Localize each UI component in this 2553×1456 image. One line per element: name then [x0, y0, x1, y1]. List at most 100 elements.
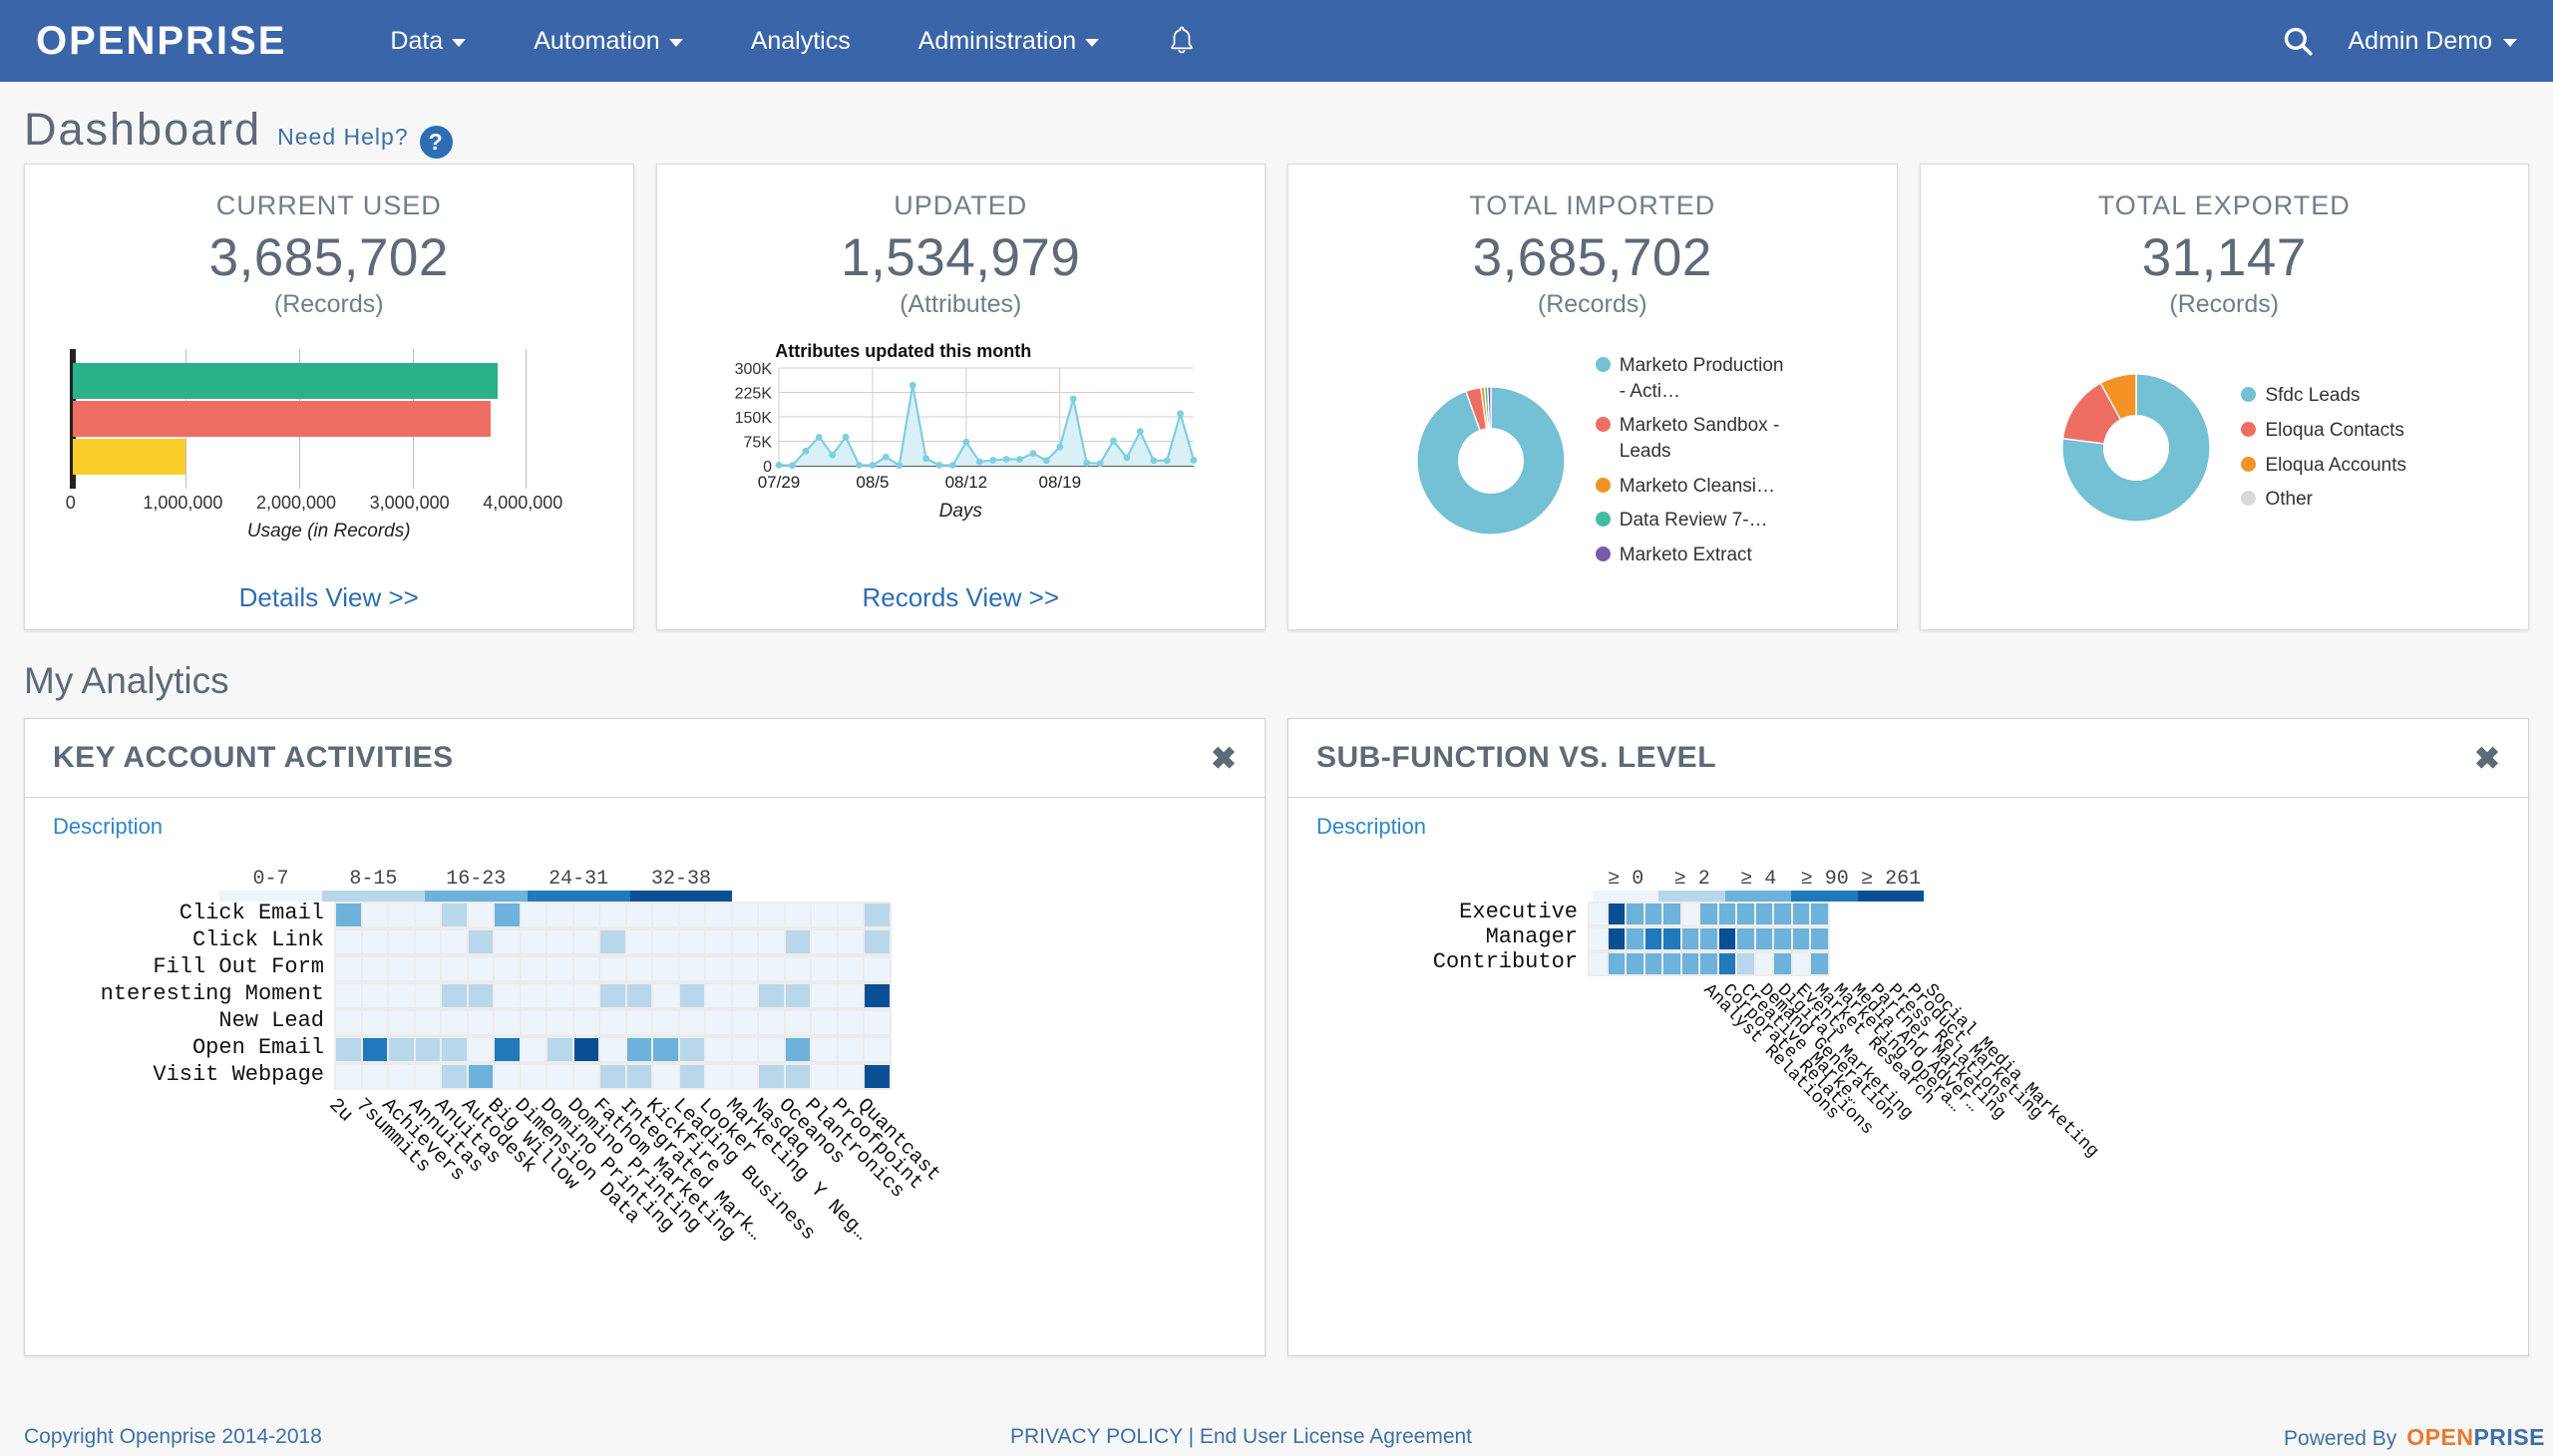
heatmap-cell[interactable]: [573, 984, 598, 1007]
heatmap-cell[interactable]: [759, 930, 784, 953]
heatmap-cell[interactable]: [1755, 953, 1772, 974]
legend-item[interactable]: Other: [2241, 487, 2406, 513]
nav-item-automation[interactable]: Automation: [500, 27, 716, 56]
heatmap-cell[interactable]: [362, 1065, 387, 1088]
heatmap-cell[interactable]: [521, 904, 546, 926]
heatmap-cell[interactable]: [547, 930, 572, 953]
heatmap-cell[interactable]: [706, 1011, 731, 1034]
heatmap-cell[interactable]: [1700, 953, 1717, 974]
heatmap-cell[interactable]: [521, 1011, 546, 1034]
heatmap-cell[interactable]: [600, 957, 625, 980]
heatmap-cell[interactable]: [495, 904, 520, 926]
heatmap-cell[interactable]: [838, 957, 863, 980]
heatmap-cell[interactable]: [785, 930, 810, 953]
close-icon[interactable]: ✖: [1211, 743, 1237, 774]
heatmap-cell[interactable]: [1644, 928, 1661, 949]
heatmap-cell[interactable]: [442, 1038, 467, 1061]
heatmap-cell[interactable]: [732, 904, 757, 926]
legend-item[interactable]: Marketo Extract: [1595, 543, 1789, 568]
heatmap-cell[interactable]: [732, 1011, 757, 1034]
heatmap-cell[interactable]: [600, 930, 625, 953]
heatmap-cell[interactable]: [1700, 904, 1717, 924]
heatmap-cell[interactable]: [865, 1038, 890, 1061]
nav-item-data[interactable]: Data: [356, 27, 500, 56]
heatmap-cell[interactable]: [706, 904, 731, 926]
legend-item[interactable]: Marketo Production - Acti…: [1595, 353, 1789, 404]
heatmap-cell[interactable]: [706, 1065, 731, 1088]
heatmap-cell[interactable]: [732, 1065, 757, 1088]
heatmap-cell[interactable]: [626, 957, 651, 980]
heatmap-cell[interactable]: [679, 1011, 704, 1034]
heatmap-cell[interactable]: [1774, 953, 1791, 974]
heatmap-cell[interactable]: [1681, 928, 1698, 949]
heatmap-cell[interactable]: [1792, 904, 1809, 924]
heatmap-cell[interactable]: [1811, 928, 1828, 949]
heatmap-cell[interactable]: [362, 957, 387, 980]
heatmap-cell[interactable]: [362, 904, 387, 926]
footer-legal-links[interactable]: PRIVACY POLICY | End User License Agreem…: [1010, 1425, 1472, 1449]
heatmap-cell[interactable]: [865, 984, 890, 1007]
nav-item-administration[interactable]: Administration: [885, 27, 1133, 56]
heatmap-cell[interactable]: [573, 930, 598, 953]
heatmap-cell[interactable]: [573, 1038, 598, 1061]
heatmap-cell[interactable]: [468, 1065, 493, 1088]
heatmap-cell[interactable]: [600, 1038, 625, 1061]
heatmap-cell[interactable]: [336, 1038, 361, 1061]
heatmap-cell[interactable]: [1681, 953, 1698, 974]
heatmap-cell[interactable]: [626, 984, 651, 1007]
heatmap-cell[interactable]: [1811, 904, 1828, 924]
heatmap-cell[interactable]: [812, 1011, 837, 1034]
heatmap-cell[interactable]: [1608, 953, 1625, 974]
heatmap-cell[interactable]: [362, 930, 387, 953]
heatmap-cell[interactable]: [865, 957, 890, 980]
heatmap-cell[interactable]: [732, 984, 757, 1007]
heatmap-cell[interactable]: [1590, 928, 1607, 949]
heatmap-cell[interactable]: [1627, 904, 1643, 924]
heatmap-cell[interactable]: [626, 1065, 651, 1088]
heatmap-cell[interactable]: [1627, 928, 1643, 949]
heatmap-cell[interactable]: [838, 1038, 863, 1061]
panel-description-link[interactable]: Description: [1288, 798, 2528, 840]
heatmap-cell[interactable]: [706, 957, 731, 980]
heatmap-cell[interactable]: [732, 957, 757, 980]
heatmap-cell[interactable]: [785, 1038, 810, 1061]
heatmap-cell[interactable]: [573, 904, 598, 926]
heatmap-cell[interactable]: [679, 957, 704, 980]
heatmap-cell[interactable]: [785, 957, 810, 980]
heatmap-cell[interactable]: [759, 1038, 784, 1061]
heatmap-cell[interactable]: [653, 984, 678, 1007]
heatmap-cell[interactable]: [336, 984, 361, 1007]
heatmap-cell[interactable]: [812, 1038, 837, 1061]
heatmap-cell[interactable]: [415, 984, 440, 1007]
need-help-link[interactable]: Need Help? ?: [277, 121, 453, 159]
heatmap-cell[interactable]: [495, 984, 520, 1007]
heatmap-cell[interactable]: [1627, 953, 1643, 974]
legend-item[interactable]: Data Review 7-…: [1595, 508, 1789, 534]
heatmap-cell[interactable]: [547, 957, 572, 980]
heatmap-cell[interactable]: [1737, 904, 1754, 924]
heatmap-cell[interactable]: [1755, 928, 1772, 949]
heatmap-cell[interactable]: [573, 1011, 598, 1034]
heatmap-cell[interactable]: [679, 904, 704, 926]
heatmap-cell[interactable]: [415, 930, 440, 953]
heatmap-cell[interactable]: [785, 984, 810, 1007]
heatmap-cell[interactable]: [336, 904, 361, 926]
heatmap-cell[interactable]: [679, 930, 704, 953]
legend-item[interactable]: Marketo Cleansi…: [1595, 474, 1789, 500]
heatmap-cell[interactable]: [1608, 904, 1625, 924]
heatmap-cell[interactable]: [626, 904, 651, 926]
heatmap-cell[interactable]: [1644, 904, 1661, 924]
heatmap-cell[interactable]: [442, 930, 467, 953]
heatmap-cell[interactable]: [679, 1065, 704, 1088]
heatmap-cell[interactable]: [812, 984, 837, 1007]
heatmap-cell[interactable]: [759, 904, 784, 926]
heatmap-cell[interactable]: [679, 984, 704, 1007]
heatmap-cell[interactable]: [468, 957, 493, 980]
heatmap-cell[interactable]: [653, 957, 678, 980]
heatmap-cell[interactable]: [1644, 953, 1661, 974]
heatmap-cell[interactable]: [759, 957, 784, 980]
details-view-link[interactable]: Details View >>: [239, 582, 419, 613]
heatmap-cell[interactable]: [362, 1038, 387, 1061]
heatmap-cell[interactable]: [389, 904, 414, 926]
heatmap-cell[interactable]: [389, 1011, 414, 1034]
